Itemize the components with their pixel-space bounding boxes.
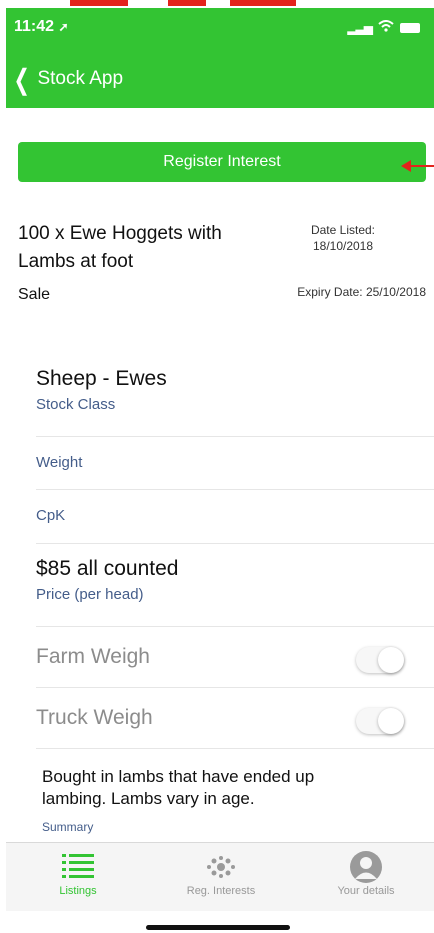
home-indicator: [146, 925, 290, 930]
price-row: $85 all counted Price (per head): [36, 544, 434, 627]
interests-icon: [161, 849, 281, 885]
annotation-mark-middle: [168, 0, 206, 6]
wifi-icon: [378, 20, 394, 35]
signal-icon: ▂▃▅: [347, 20, 373, 35]
cpk-label: CpK: [36, 507, 66, 524]
tab-your-details-label: Your details: [337, 885, 395, 897]
battery-icon: [400, 22, 420, 33]
weight-row[interactable]: Weight: [36, 437, 434, 490]
truck-weigh-toggle[interactable]: [356, 708, 404, 734]
farm-weigh-toggle[interactable]: [356, 647, 404, 673]
tab-your-details[interactable]: Your details: [306, 849, 426, 897]
annotation-mark-right: [230, 0, 296, 6]
status-time-text: 11:42: [14, 18, 55, 35]
weight-label: Weight: [36, 454, 83, 471]
listing-title: 100 x Ewe Hoggets with Lambs at foot: [18, 223, 222, 272]
tab-listings[interactable]: Listings: [18, 849, 138, 897]
stock-class-row: Sheep - Ewes Stock Class: [36, 360, 434, 437]
stock-class-value: Sheep - Ewes: [36, 367, 167, 390]
farm-weigh-row: Farm Weigh: [36, 627, 434, 688]
details-list: Sheep - Ewes Stock Class Weight CpK $85 …: [36, 360, 434, 749]
status-icons: ▂▃▅: [347, 20, 420, 35]
sale-type: Sale: [18, 286, 51, 303]
expiry-date: Expiry Date: 25/10/2018: [297, 285, 426, 299]
truck-weigh-row: Truck Weigh: [36, 688, 434, 749]
location-arrow-icon: ➚: [58, 20, 69, 34]
user-avatar-icon: [306, 849, 426, 885]
back-button-label: Stock App: [37, 68, 124, 89]
date-listed-value: 18/10/2018: [312, 239, 374, 253]
list-icon: [18, 849, 138, 885]
price-label: Price (per head): [36, 586, 144, 603]
date-listed: Date Listed: 18/10/2018: [288, 222, 398, 254]
annotation-arrow-icon: [401, 160, 411, 172]
tab-reg-interests[interactable]: Reg. Interests: [161, 849, 281, 897]
tab-listings-label: Listings: [59, 885, 97, 897]
stock-class-label: Stock Class: [36, 396, 116, 413]
tab-bar: Listings Reg. Interests Your details: [6, 842, 434, 911]
summary-text: Bought in lambs that have ended up lambi…: [42, 767, 315, 808]
annotation-mark-left: [70, 0, 128, 6]
chevron-left-icon: ❮: [13, 63, 30, 95]
register-interest-button[interactable]: Register Interest: [18, 142, 426, 182]
tab-reg-interests-label: Reg. Interests: [186, 885, 256, 897]
date-listed-label: Date Listed:: [310, 223, 376, 237]
price-value: $85 all counted: [36, 557, 179, 580]
cpk-row[interactable]: CpK: [36, 490, 434, 544]
summary-label: Summary: [42, 820, 94, 834]
status-time: 11:42 ➚: [14, 18, 69, 36]
back-button[interactable]: ❮ Stock App: [10, 63, 124, 95]
